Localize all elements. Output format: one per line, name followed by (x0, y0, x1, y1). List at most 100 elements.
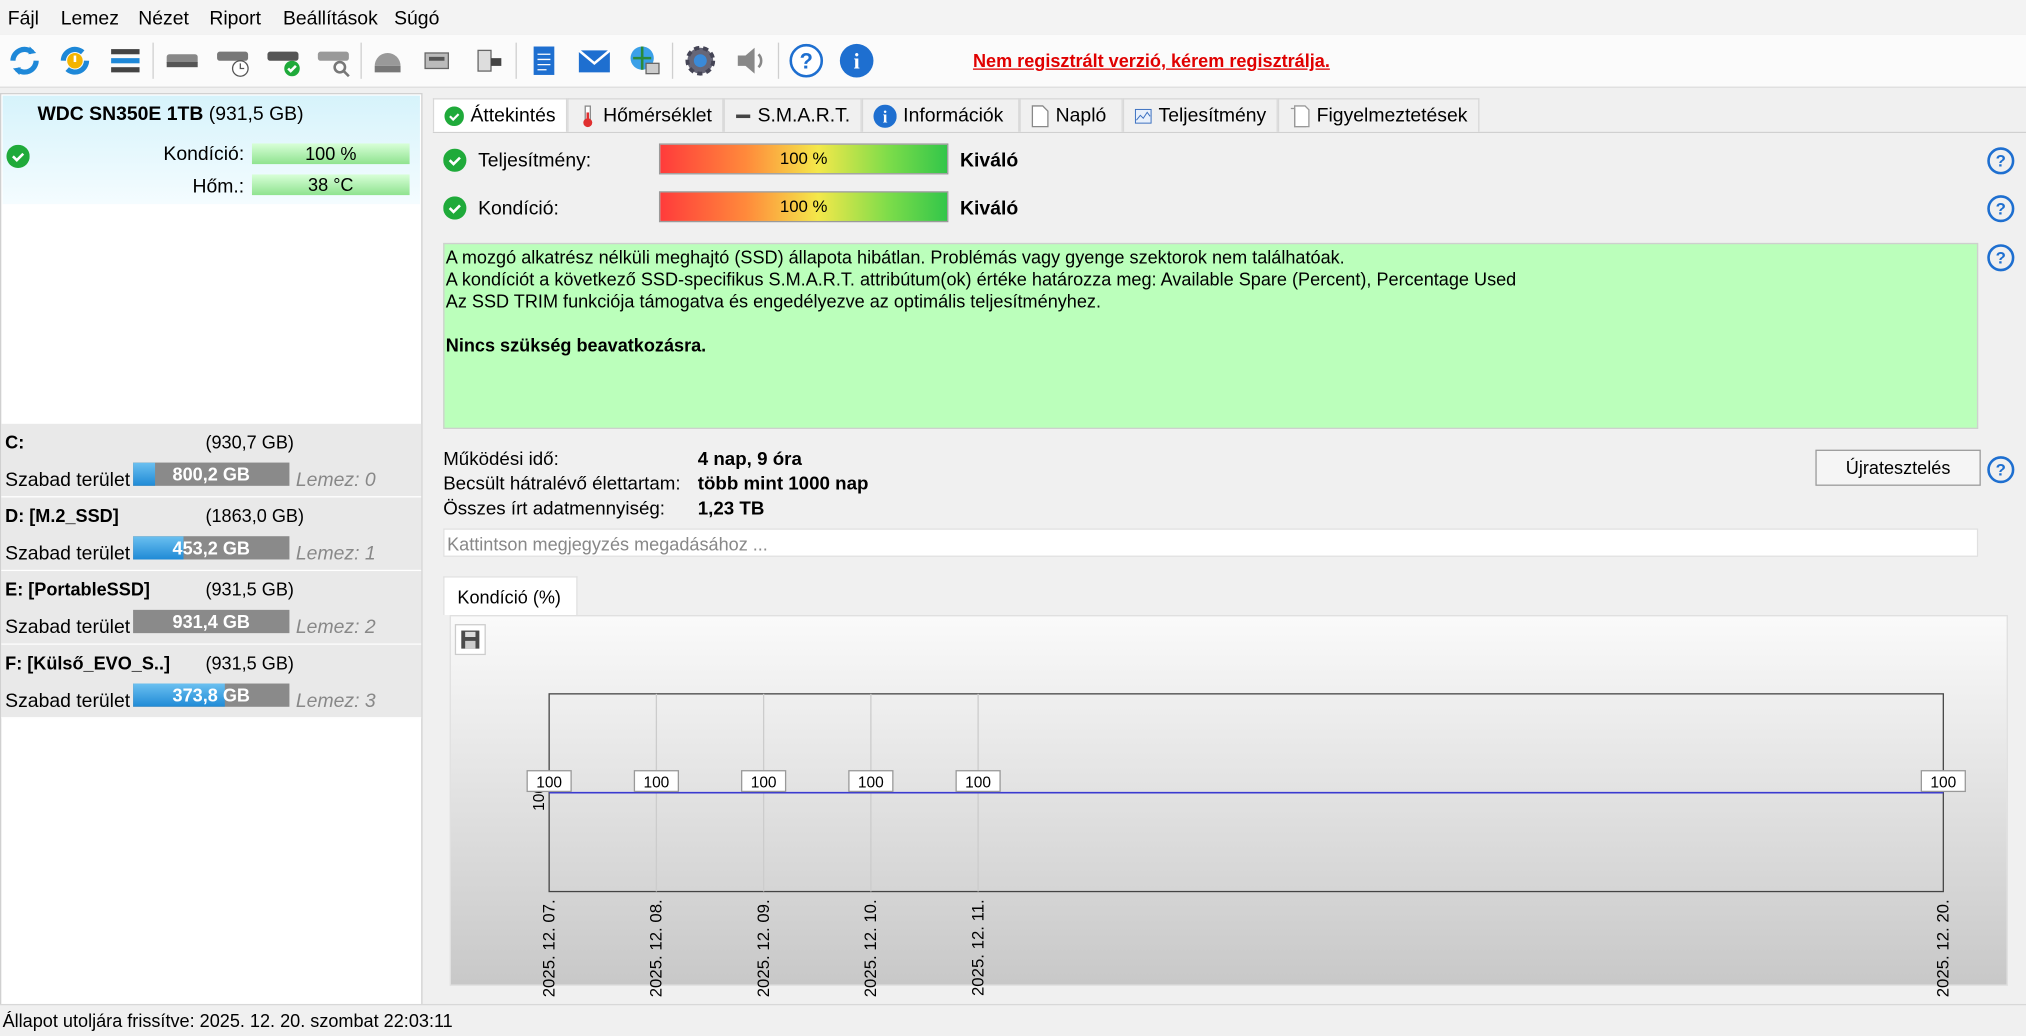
x-tick-label: 2025. 12. 11. (968, 899, 987, 996)
tab-warnings[interactable]: Figyelmeztetések (1277, 98, 1480, 132)
tab-bar: Áttekintés Hőmérséklet S.M.A.R.T. i Info… (432, 98, 2026, 134)
free-space-value: 931,4 GB (172, 611, 250, 632)
condition-label: Kondíció: (478, 197, 559, 220)
x-tick-label: 2025. 12. 08. (647, 899, 666, 997)
volume-size: (1863,0 GB) (205, 505, 304, 526)
free-space-bar: 453,2 GB (133, 536, 290, 560)
free-space-label: Szabad terület (5, 542, 131, 565)
help-icon[interactable]: ? (1987, 195, 2015, 223)
help-icon[interactable]: ? (1987, 244, 2015, 272)
total-written-value: 1,23 TB (697, 498, 765, 520)
help-icon[interactable]: ? (786, 40, 827, 81)
disk-schedule-icon[interactable] (212, 40, 253, 81)
tab-temperature[interactable]: Hőmérséklet (567, 98, 724, 132)
tab-performance[interactable]: Teljesítmény (1122, 98, 1278, 132)
data-label: 100 (633, 770, 679, 793)
data-label-text: 100 (965, 775, 991, 792)
note-input[interactable]: Kattintson megjegyzés megadásához ... (443, 528, 1979, 557)
tab-log[interactable]: Napló (1019, 98, 1123, 132)
volume-item[interactable]: C: (930,7 GB) Szabad terület 800,2 GB Le… (1, 423, 422, 498)
uptime-value: 4 nap, 9 óra (697, 449, 802, 471)
x-tick-label: 2025. 12. 10. (861, 899, 880, 997)
retest-button[interactable]: Újratesztelés (1815, 449, 1981, 486)
check-ok-icon (6, 144, 30, 175)
tab-overview[interactable]: Áttekintés (432, 98, 568, 132)
data-label: 100 (1920, 770, 1966, 793)
performance-label: Teljesítmény: (478, 149, 592, 172)
disk-ok-icon[interactable] (262, 40, 303, 81)
status-action: Nincs szükség beavatkozásra. (445, 334, 707, 356)
volume-name: C: (5, 431, 25, 453)
volume-disk-index: Lemez: 0 (295, 469, 376, 491)
free-space-bar: 800,2 GB (133, 462, 290, 486)
tab-label: Áttekintés (470, 104, 556, 126)
volume-item[interactable]: E: [PortableSSD] (931,5 GB) Szabad terül… (1, 571, 422, 645)
menu-bar: Fájl Lemez Nézet Riport Beállítások Súgó (0, 0, 2026, 37)
tab-label: Hőmérséklet (603, 104, 712, 126)
data-label-text: 100 (643, 775, 669, 792)
remaining-life-value: több mint 1000 nap (697, 474, 869, 495)
register-link[interactable]: Nem regisztrált verzió, kérem regisztrál… (973, 50, 1330, 71)
refresh-icon[interactable] (4, 40, 45, 81)
notepad-icon[interactable] (523, 40, 564, 81)
status-line: Az SSD TRIM funkciója támogatva és enged… (445, 290, 1101, 312)
condition-value: 100 % (251, 143, 410, 165)
network-globe-icon[interactable] (624, 40, 665, 81)
speaker-icon[interactable] (730, 40, 771, 81)
chart-tab-condition[interactable]: Kondíció (%) (443, 576, 578, 616)
menu-report[interactable]: Riport (209, 8, 261, 30)
smart-disk-icon (736, 113, 751, 118)
remaining-life-label: Becsült hátralévő élettartam: (443, 474, 681, 495)
free-space-label: Szabad terület (5, 469, 131, 491)
menu-view[interactable]: Nézet (138, 8, 189, 30)
disk-card[interactable]: WDC SN350E 1TB (931,5 GB) Kondíció: 100 … (2, 95, 420, 205)
data-label: 100 (741, 770, 787, 793)
usb-drive-icon[interactable] (468, 40, 509, 81)
chart-canvas: 100100 100 100 100 100 1002025. 12. 07. 2025. … (526, 693, 1966, 997)
temperature-label: Hőm.: (192, 175, 245, 198)
tab-label: Napló (1055, 104, 1107, 126)
menu-file[interactable]: Fájl (8, 8, 39, 30)
volume-item[interactable]: F: [Külső_EVO_S..] (931,5 GB) Szabad ter… (1, 644, 422, 719)
toolbar: ? i Nem regisztrált verzió, kérem regisz… (0, 34, 2026, 88)
x-tick-label: 2025. 12. 09. (754, 899, 773, 997)
x-tick-label: 2025. 12. 07. (539, 899, 558, 997)
info-icon[interactable]: i (836, 40, 877, 81)
volume-name: D: [M.2_SSD] (5, 505, 119, 526)
disk-icon[interactable] (162, 40, 203, 81)
check-ok-icon (443, 148, 467, 179)
performance-rating: Kiváló (960, 149, 1019, 172)
performance-bar: 100 % (658, 143, 949, 175)
volume-item[interactable]: D: [M.2_SSD] (1863,0 GB) Szabad terület … (1, 497, 422, 572)
toolbar-separator (515, 42, 517, 79)
free-space-value: 800,2 GB (172, 463, 250, 485)
svg-text:?: ? (800, 48, 813, 73)
toolbar-separator (777, 42, 780, 79)
info-icon: i (873, 104, 897, 128)
help-icon[interactable]: ? (1987, 456, 2015, 484)
help-icon[interactable]: ? (1987, 147, 2015, 175)
x-tick-label: 2025. 12. 20. (1933, 899, 1952, 997)
temperature-value: 38 °C (251, 174, 410, 196)
menu-help[interactable]: Súgó (394, 8, 439, 30)
volume-size: (931,5 GB) (205, 652, 294, 674)
refresh-warning-icon[interactable] (54, 40, 95, 81)
disk-title: WDC SN350E 1TB (931,5 GB) (37, 103, 303, 125)
settings-gear-icon[interactable] (680, 40, 721, 81)
tab-information[interactable]: i Információk (861, 98, 1020, 132)
data-label-text: 100 (536, 775, 562, 792)
tab-label: S.M.A.R.T. (757, 104, 851, 126)
condition-label: Kondíció: (163, 143, 245, 166)
free-space-bar: 373,8 GB (133, 683, 290, 707)
disk-list-icon[interactable] (105, 40, 146, 81)
usb-disk-icon[interactable] (417, 40, 458, 81)
toolbar-separator (671, 42, 674, 79)
disk-search-icon[interactable] (313, 40, 354, 81)
menu-settings[interactable]: Beállítások (283, 8, 378, 30)
chart-icon (1134, 108, 1152, 123)
mail-icon[interactable] (574, 40, 615, 81)
condition-bar: 100 % (658, 191, 949, 223)
tab-smart[interactable]: S.M.A.R.T. (723, 98, 862, 132)
menu-disk[interactable]: Lemez (61, 8, 119, 30)
disk-gray-icon[interactable] (367, 40, 408, 81)
